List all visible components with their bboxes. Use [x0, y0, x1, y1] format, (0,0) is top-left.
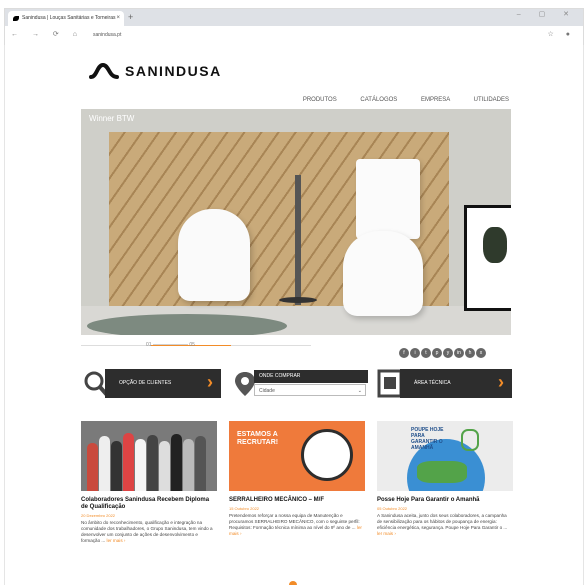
- read-more-link[interactable]: ler mais ›: [107, 538, 126, 543]
- where-to-buy-label: ONDE COMPRAR: [254, 370, 368, 383]
- instagram-icon[interactable]: i: [410, 348, 420, 358]
- chevron-down-icon: ⌄: [357, 388, 362, 394]
- news-excerpt-text: A Sanindusa aceita, junto dos seus colab…: [377, 513, 508, 530]
- slider-progress[interactable]: [81, 345, 311, 346]
- news-item[interactable]: Colaboradores Sanindusa Recebem Diploma …: [81, 421, 217, 544]
- scroll-indicator[interactable]: [289, 581, 297, 585]
- person-figure: [123, 433, 134, 491]
- city-select[interactable]: Cidade ⌄: [254, 384, 366, 396]
- url-field[interactable]: sanindusa.pt: [93, 32, 121, 38]
- stores-label: OPÇÃO DE CLIENTES: [119, 380, 172, 386]
- menu-item-catalogos[interactable]: CATÁLOGOS: [360, 97, 397, 103]
- arrow-right-icon: ›: [207, 372, 213, 392]
- browser-chrome: Sanindusa | Louças Sanitárias e Torneira…: [4, 8, 584, 46]
- city-select-value: Cidade: [259, 388, 275, 394]
- hero-stand-base: [279, 297, 317, 303]
- tab-close-icon[interactable]: ×: [116, 11, 120, 26]
- window-controls[interactable]: – ▢ ✕: [517, 10, 577, 18]
- recruiting-image-text: ESTAMOS A RECRUTAR!: [237, 431, 279, 446]
- stores-card[interactable]: OPÇÃO DE CLIENTES ›: [81, 369, 221, 398]
- person-figure: [135, 439, 146, 491]
- web-page: SANINDUSA PRODUTOS CATÁLOGOS EMPRESA UTI…: [4, 45, 584, 585]
- address-bar: ← → ⟳ ⌂ sanindusa.pt ☆ ●: [5, 26, 583, 45]
- news-excerpt-text: No âmbito do reconhecimento, qualificaçã…: [81, 520, 213, 543]
- xing-icon[interactable]: x: [476, 348, 486, 358]
- person-figure: [183, 439, 194, 491]
- browser-tab[interactable]: Sanindusa | Louças Sanitárias e Torneira…: [8, 11, 124, 26]
- person-figure: [87, 443, 98, 491]
- lightbulb-icon: [461, 429, 479, 451]
- navigation-buttons[interactable]: ← → ⟳ ⌂: [11, 30, 83, 38]
- tech-area-button[interactable]: ÁREA TÉCNICA ›: [400, 369, 512, 398]
- hero-slider[interactable]: Winner BTW: [81, 109, 511, 335]
- menu-item-produtos[interactable]: PRODUTOS: [303, 97, 337, 103]
- tech-area-label: ÁREA TÉCNICA: [414, 380, 451, 386]
- menu-item-utilidades[interactable]: UTILIDADES: [474, 97, 509, 103]
- new-tab-button[interactable]: +: [128, 12, 133, 22]
- menu-item-empresa[interactable]: EMPRESA: [421, 97, 450, 103]
- news-excerpt: A Sanindusa aceita, junto dos seus colab…: [377, 513, 513, 537]
- linkedin-icon[interactable]: in: [454, 348, 464, 358]
- hero-brush-stand: [295, 175, 301, 305]
- news-date: 15 Outubro 2022: [229, 506, 260, 511]
- person-figure: [159, 441, 170, 491]
- news-item[interactable]: ESTAMOS A RECRUTAR! SERRALHEIRO MECÂNICO…: [229, 421, 365, 537]
- news-excerpt: Pretendemos reforçar a nossa equipa de M…: [229, 513, 365, 537]
- news-image-globe: POUPE HOJE PARA GARANTIR O AMANHÃ: [377, 421, 513, 491]
- hero-toilet: [343, 231, 423, 316]
- news-date: 20 Dezembro 2022: [81, 513, 116, 518]
- arrow-right-icon: ›: [498, 372, 504, 392]
- main-menu: PRODUTOS CATÁLOGOS EMPRESA UTILIDADES: [281, 97, 509, 103]
- news-excerpt: No âmbito do reconhecimento, qualificaçã…: [81, 520, 217, 544]
- tab-strip: Sanindusa | Louças Sanitárias e Torneira…: [5, 9, 583, 26]
- person-figure: [171, 434, 182, 491]
- hero-caption: Winner BTW: [89, 114, 135, 123]
- logo-wave-icon: [89, 62, 119, 79]
- social-icons: f i t p y in h x: [399, 341, 487, 359]
- houzz-icon[interactable]: h: [465, 348, 475, 358]
- news-title[interactable]: Colaboradores Sanindusa Recebem Diploma …: [81, 497, 217, 511]
- energy-campaign-image-text: POUPE HOJE PARA GARANTIR O AMANHÃ: [411, 427, 444, 451]
- person-figure: [195, 436, 206, 491]
- news-title[interactable]: Posse Hoje Para Garantir o Amanhã: [377, 497, 513, 504]
- news-title[interactable]: SERRALHEIRO MECÂNICO – M/F: [229, 497, 365, 504]
- slide-counter: 01 ——————— 05: [146, 342, 195, 348]
- read-more-link[interactable]: ler mais ›: [377, 531, 396, 536]
- tech-area-card[interactable]: ÁREA TÉCNICA ›: [376, 369, 512, 398]
- hero-cistern: [356, 159, 420, 239]
- where-to-buy-card: ONDE COMPRAR Cidade ⌄: [230, 369, 368, 398]
- youtube-icon[interactable]: y: [443, 348, 453, 358]
- tab-title: Sanindusa | Louças Sanitárias e Torneira…: [22, 15, 116, 21]
- extension-icons[interactable]: ☆ ●: [548, 30, 575, 38]
- pinterest-icon[interactable]: p: [432, 348, 442, 358]
- hero-bidet: [178, 209, 250, 301]
- magnifier-person-icon: [301, 429, 353, 481]
- news-date: 05 Outubro 2022: [377, 506, 408, 511]
- person-figure: [147, 435, 158, 491]
- person-figure: [111, 441, 122, 491]
- logo-text: SANINDUSA: [125, 63, 222, 79]
- hero-rug: [87, 314, 287, 335]
- sanindusa-favicon-icon: [13, 16, 19, 21]
- news-image-group-photo: [81, 421, 217, 491]
- news-item[interactable]: POUPE HOJE PARA GARANTIR O AMANHÃ Posse …: [377, 421, 513, 537]
- globe-land: [417, 461, 467, 483]
- person-figure: [99, 436, 110, 491]
- hero-plant: [483, 227, 507, 263]
- facebook-icon[interactable]: f: [399, 348, 409, 358]
- stores-button[interactable]: OPÇÃO DE CLIENTES ›: [105, 369, 221, 398]
- twitter-icon[interactable]: t: [421, 348, 431, 358]
- news-excerpt-text: Pretendemos reforçar a nossa equipa de M…: [229, 513, 360, 530]
- news-image-recruiting: ESTAMOS A RECRUTAR!: [229, 421, 365, 491]
